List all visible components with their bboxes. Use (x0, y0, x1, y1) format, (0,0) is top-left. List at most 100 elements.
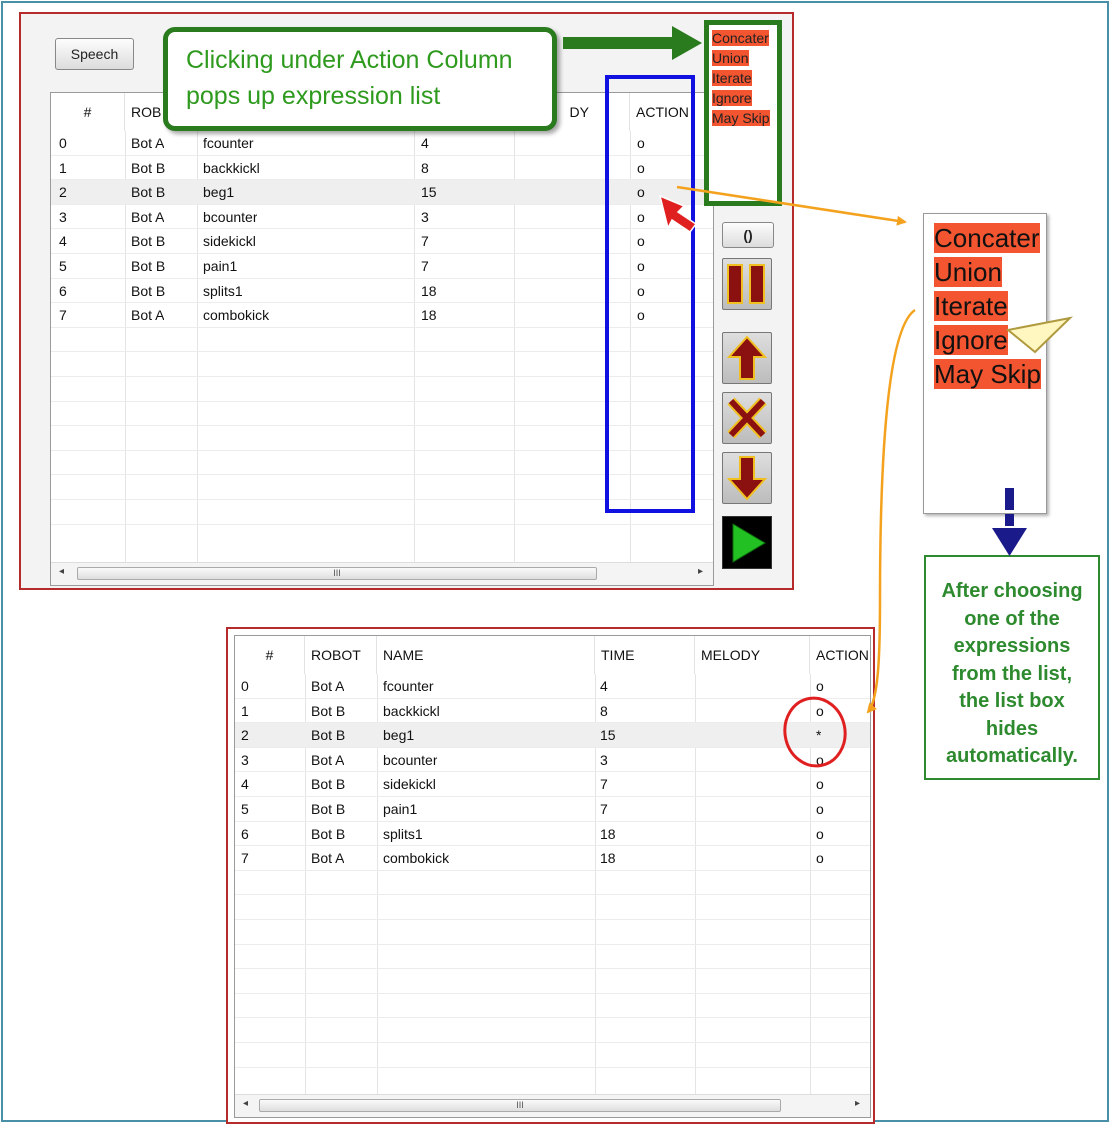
cell-robot: Bot A (311, 678, 345, 694)
table-row[interactable] (235, 1018, 870, 1043)
delete-button[interactable] (722, 392, 772, 444)
move-down-button[interactable] (722, 452, 772, 504)
cell-action[interactable]: o (816, 797, 824, 821)
pause-button[interactable] (722, 258, 772, 310)
cell-robot: Bot B (311, 801, 346, 817)
col-header-time[interactable]: TIME (595, 636, 695, 674)
table-row[interactable] (235, 871, 870, 896)
cell-num: 4 (59, 233, 67, 250)
col-header-name[interactable]: NAME (377, 636, 595, 674)
table-row[interactable] (235, 1043, 870, 1068)
cell-action[interactable]: o (816, 846, 824, 870)
table-row[interactable]: 4 Bot B sidekickl 7 o (235, 772, 870, 797)
arrow-down-icon (726, 456, 768, 501)
table-row[interactable] (235, 920, 870, 945)
expression-list-item[interactable]: May Skip (709, 108, 777, 128)
x-icon (727, 397, 767, 439)
cell-time: 3 (600, 751, 608, 768)
col-header-melody[interactable]: MELODY (695, 636, 810, 674)
expression-option[interactable]: Union (934, 257, 1002, 287)
expression-list-item[interactable]: May Skip (924, 357, 1046, 391)
table-row[interactable] (235, 945, 870, 970)
expression-list-item[interactable]: Union (709, 48, 777, 68)
cell-action[interactable]: o (816, 699, 824, 723)
cell-name: splits1 (203, 282, 243, 299)
expression-option[interactable]: May Skip (934, 359, 1041, 389)
top-horizontal-scrollbar[interactable]: ◂ III ▸ (51, 562, 713, 585)
cell-action[interactable]: o (816, 822, 824, 846)
expression-option[interactable]: Concater (934, 223, 1040, 253)
speech-button[interactable]: Speech (55, 38, 134, 70)
bottom-sequence-table: # ROBOT NAME TIME MELODY ACTION 0 Bot A fc… (234, 635, 871, 1118)
cell-name: backkickl (203, 159, 260, 176)
cell-action[interactable]: o (816, 748, 824, 772)
col-header-num[interactable]: # (235, 636, 305, 674)
expression-option[interactable]: May Skip (712, 110, 770, 126)
cell-num: 6 (59, 282, 67, 299)
expression-option[interactable]: Iterate (712, 70, 752, 86)
bottom-horizontal-scrollbar[interactable]: ◂ III ▸ (235, 1094, 870, 1117)
scrollbar-thumb[interactable]: III (77, 567, 597, 580)
play-button[interactable] (722, 516, 772, 569)
col-header-robot[interactable]: ROBOT (305, 636, 377, 674)
callout-line-2: pops up expression list (186, 82, 441, 110)
cell-num: 5 (59, 258, 67, 274)
note-line: After choosing (941, 580, 1083, 602)
scroll-right-icon[interactable]: ▸ (855, 1098, 860, 1109)
expression-option[interactable]: Iterate (934, 291, 1008, 321)
cell-time: 7 (600, 801, 608, 817)
scroll-right-icon[interactable]: ▸ (698, 566, 703, 577)
cell-name: splits1 (383, 825, 423, 842)
cell-action[interactable]: o (816, 772, 824, 796)
cell-name: pain1 (383, 801, 418, 817)
bottom-app-panel: # ROBOT NAME TIME MELODY ACTION 0 Bot A fc… (226, 627, 875, 1124)
expression-list-item[interactable]: Ignore (924, 323, 1046, 357)
expression-list-item[interactable]: Concater (924, 221, 1046, 255)
col-header-num[interactable]: # (51, 93, 125, 131)
cell-name: beg1 (203, 184, 235, 201)
cell-action[interactable]: * (816, 723, 821, 747)
parentheses-button[interactable]: () (722, 222, 774, 248)
expression-list-item[interactable]: Concater (709, 28, 777, 48)
table-row[interactable] (235, 994, 870, 1019)
cell-name: sidekickl (203, 233, 256, 250)
cell-robot: Bot B (311, 702, 346, 719)
cell-num: 0 (241, 678, 249, 694)
cell-action[interactable]: o (816, 674, 824, 698)
table-row[interactable] (235, 969, 870, 994)
expression-list-item[interactable]: Iterate (709, 68, 777, 88)
expression-option[interactable]: Ignore (934, 325, 1008, 355)
table-row[interactable]: 6 Bot B splits1 18 o (235, 822, 870, 847)
table-row[interactable]: 0 Bot A fcounter 4 o (235, 674, 870, 699)
expression-option[interactable]: Ignore (712, 90, 752, 106)
scrollbar-thumb[interactable]: III (259, 1099, 781, 1112)
cell-name: fcounter (383, 678, 434, 694)
cell-time: 18 (600, 825, 616, 842)
expression-list-zoomed: Concater Union Iterate Ignore May Skip (923, 213, 1047, 514)
col-header-action[interactable]: ACTION (810, 636, 870, 674)
cell-robot: Bot A (131, 208, 165, 225)
table-row[interactable]: 5 Bot B pain1 7 o (235, 797, 870, 822)
explanation-note: After choosing one of the expressions from … (924, 555, 1100, 780)
expression-option[interactable]: Concater (712, 30, 769, 46)
expression-list-item[interactable]: Union (924, 255, 1046, 289)
table-row[interactable] (235, 895, 870, 920)
cell-num: 4 (241, 776, 249, 793)
move-up-button[interactable] (722, 332, 772, 384)
table-row[interactable]: 7 Bot A combokick 18 o (235, 846, 870, 871)
cell-time: 18 (600, 850, 616, 867)
scroll-left-icon[interactable]: ◂ (59, 566, 64, 577)
cell-robot: Bot B (131, 233, 166, 250)
cell-time: 15 (421, 184, 437, 201)
cell-name: pain1 (203, 258, 238, 274)
cell-time: 8 (600, 702, 608, 719)
table-row[interactable]: 1 Bot B backkickl 8 o (235, 699, 870, 724)
expression-option[interactable]: Union (712, 50, 749, 66)
cell-num: 1 (241, 702, 249, 719)
expression-list-item[interactable]: Iterate (924, 289, 1046, 323)
cell-num: 7 (59, 307, 67, 324)
table-row[interactable]: 3 Bot A bcounter 3 o (235, 748, 870, 773)
scroll-left-icon[interactable]: ◂ (243, 1098, 248, 1109)
table-row[interactable]: 2 Bot B beg1 15 * (235, 723, 870, 748)
expression-list-item[interactable]: Ignore (709, 88, 777, 108)
